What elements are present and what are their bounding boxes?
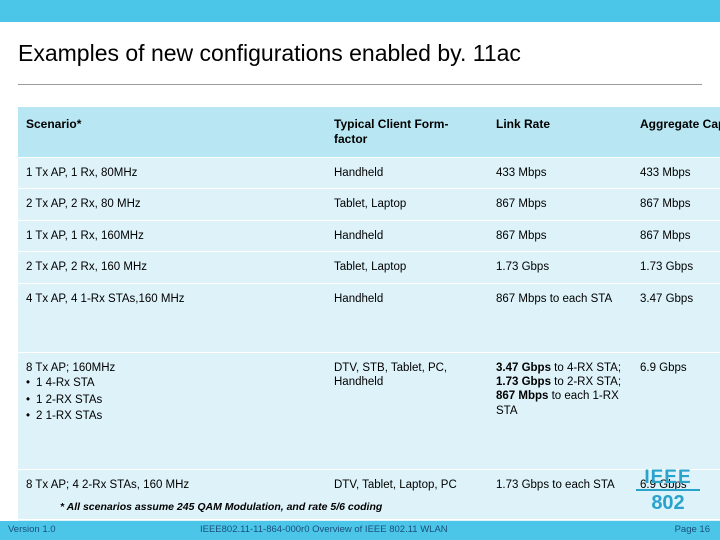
table-row: 1 Tx AP, 1 Rx, 80MHz Handheld 433 Mbps 4… [18,157,720,190]
cell-form-factor: Handheld [326,283,488,353]
column-header-aggregate-capacity: Aggregate Capacity [632,107,720,158]
cell-link-rate: 1.73 Gbps [488,251,632,284]
cell-aggregate: 3.47 Gbps [632,283,720,353]
cell-link-rate: 867 Mbps [488,188,632,221]
list-item: 1 2-RX STAs [26,392,318,409]
table-row: 2 Tx AP, 2 Rx, 80 MHz Tablet, Laptop 867… [18,188,720,221]
cell-scenario: 2 Tx AP, 2 Rx, 80 MHz [18,188,326,221]
cell-aggregate: 433 Mbps [632,157,720,190]
table-row: 8 Tx AP; 160MHz 1 4-Rx STA 1 2-RX STAs 2… [18,352,720,470]
cell-scenario: 2 Tx AP, 2 Rx, 160 MHz [18,251,326,284]
column-header-link-rate: Link Rate [488,107,632,158]
scenarios-table: Scenario* Typical Client Form-factor Lin… [18,107,720,529]
cell-scenario: 8 Tx AP; 160MHz 1 4-Rx STA 1 2-RX STAs 2… [18,352,326,470]
cell-form-factor: Handheld [326,220,488,253]
top-decorative-band [0,0,720,22]
list-item: 2 1-RX STAs [26,408,318,425]
cell-link-rate: 3.47 Gbps to 4-RX STA; 1.73 Gbps to 2-RX… [488,352,632,470]
logo-ieee-text: IEEE [644,467,692,488]
rate-line: 3.47 Gbps to 4-RX STA; [496,361,624,375]
footnote: * All scenarios assume 245 QAM Modulatio… [60,501,383,513]
cell-scenario: 4 Tx AP, 4 1-Rx STAs,160 MHz [18,283,326,353]
cell-form-factor: DTV, STB, Tablet, PC, Handheld [326,352,488,470]
cell-form-factor: Handheld [326,157,488,190]
cell-link-rate: 433 Mbps [488,157,632,190]
footer-page-number: Page 16 [674,524,710,535]
table-header-row: Scenario* Typical Client Form-factor Lin… [18,107,720,158]
cell-aggregate: 6.9 Gbps [632,352,720,470]
ieee-802-logo: IEEE 802 [636,468,700,513]
page-title: Examples of new configurations enabled b… [18,40,521,66]
cell-scenario: 1 Tx AP, 1 Rx, 160MHz [18,220,326,253]
top-band-divider [0,22,720,25]
column-header-form-factor: Typical Client Form-factor [326,107,488,158]
cell-form-factor: Tablet, Laptop [326,188,488,221]
cell-aggregate: 867 Mbps [632,188,720,221]
rate-target: to 2-RX STA; [550,375,622,388]
rate-target: to 4-RX STA; [550,361,622,374]
cell-scenario-bullets: 1 4-Rx STA 1 2-RX STAs 2 1-RX STAs [26,375,318,425]
rate-value: 867 Mbps [496,390,549,403]
table-row: 2 Tx AP, 2 Rx, 160 MHz Tablet, Laptop 1.… [18,251,720,284]
cell-aggregate: 867 Mbps [632,220,720,253]
logo-divider [636,489,700,491]
list-item: 1 4-Rx STA [26,375,318,392]
rate-line: 867 Mbps to each 1-RX STA [496,389,624,418]
title-divider [18,84,702,85]
cell-scenario-title: 8 Tx AP; 160MHz [26,361,116,374]
footer-version: Version 1.0 [8,524,56,535]
footer-divider [0,519,720,520]
column-header-scenario: Scenario* [18,107,326,158]
cell-link-rate: 867 Mbps to each STA [488,283,632,353]
footer-document-reference: IEEE802.11-11-864-000r0 Overview of IEEE… [200,524,448,535]
rate-value: 1.73 Gbps [496,375,551,388]
cell-scenario: 1 Tx AP, 1 Rx, 80MHz [18,157,326,190]
table-row: 4 Tx AP, 4 1-Rx STAs,160 MHz Handheld 86… [18,283,720,353]
table-row: 1 Tx AP, 1 Rx, 160MHz Handheld 867 Mbps … [18,220,720,253]
cell-link-rate: 867 Mbps [488,220,632,253]
logo-802-text: 802 [651,492,685,514]
cell-aggregate: 1.73 Gbps [632,251,720,284]
cell-form-factor: Tablet, Laptop [326,251,488,284]
rate-value: 3.47 Gbps [496,361,551,374]
rate-line: 1.73 Gbps to 2-RX STA; [496,375,624,389]
